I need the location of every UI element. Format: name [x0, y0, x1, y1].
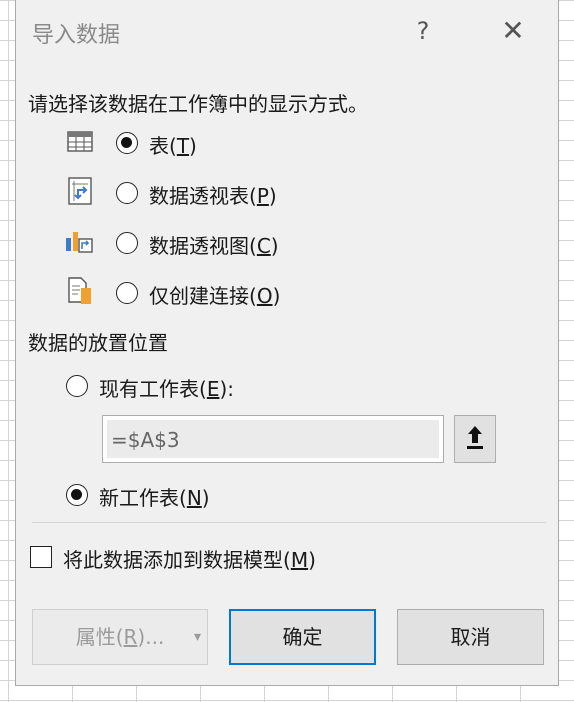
title-bar: 导入数据 ? ✕ — [16, 0, 558, 62]
connection-only-icon — [66, 276, 94, 306]
radio-connection-only[interactable] — [116, 282, 138, 304]
ok-button[interactable]: 确定 — [229, 609, 376, 665]
close-button[interactable]: ✕ — [494, 14, 532, 48]
upload-arrow-icon — [467, 426, 483, 449]
range-input[interactable]: =$A$3 — [102, 415, 444, 463]
properties-label: 属性(R)... — [75, 625, 165, 649]
option-table-label[interactable]: 表(T) — [149, 130, 197, 159]
data-model-label[interactable]: 将此数据添加到数据模型(M) — [63, 544, 316, 573]
pivot-table-icon — [66, 176, 94, 206]
import-data-dialog: 导入数据 ? ✕ 请选择该数据在工作簿中的显示方式。 表(T) 数据透视表(P) — [15, 0, 559, 686]
display-prompt: 请选择该数据在工作簿中的显示方式。 — [28, 92, 368, 116]
collapse-dialog-button[interactable] — [454, 415, 496, 463]
data-model-checkbox[interactable] — [30, 546, 52, 568]
radio-pivot-chart[interactable] — [116, 232, 138, 254]
radio-pivot-table[interactable] — [116, 182, 138, 204]
option-pivot-table-label[interactable]: 数据透视表(P) — [149, 180, 277, 209]
properties-button[interactable]: 属性(R)... ▾ — [32, 609, 208, 665]
radio-new-sheet[interactable] — [66, 484, 88, 506]
placement-heading: 数据的放置位置 — [28, 331, 168, 355]
pivot-chart-icon — [64, 226, 93, 256]
dialog-title: 导入数据 — [32, 23, 121, 48]
option-pivot-chart-label[interactable]: 数据透视图(C) — [149, 230, 279, 259]
divider — [32, 522, 546, 523]
existing-sheet-label[interactable]: 现有工作表(E): — [99, 373, 234, 402]
cancel-button[interactable]: 取消 — [397, 609, 544, 665]
radio-table[interactable] — [116, 132, 138, 154]
help-button[interactable]: ? — [408, 14, 438, 48]
range-input-value: =$A$3 — [107, 420, 439, 458]
chevron-down-icon: ▾ — [193, 629, 201, 645]
new-sheet-label[interactable]: 新工作表(N) — [99, 482, 210, 511]
table-icon — [66, 127, 94, 157]
option-connection-only-label[interactable]: 仅创建连接(O) — [149, 280, 280, 309]
radio-existing-sheet[interactable] — [66, 375, 88, 397]
